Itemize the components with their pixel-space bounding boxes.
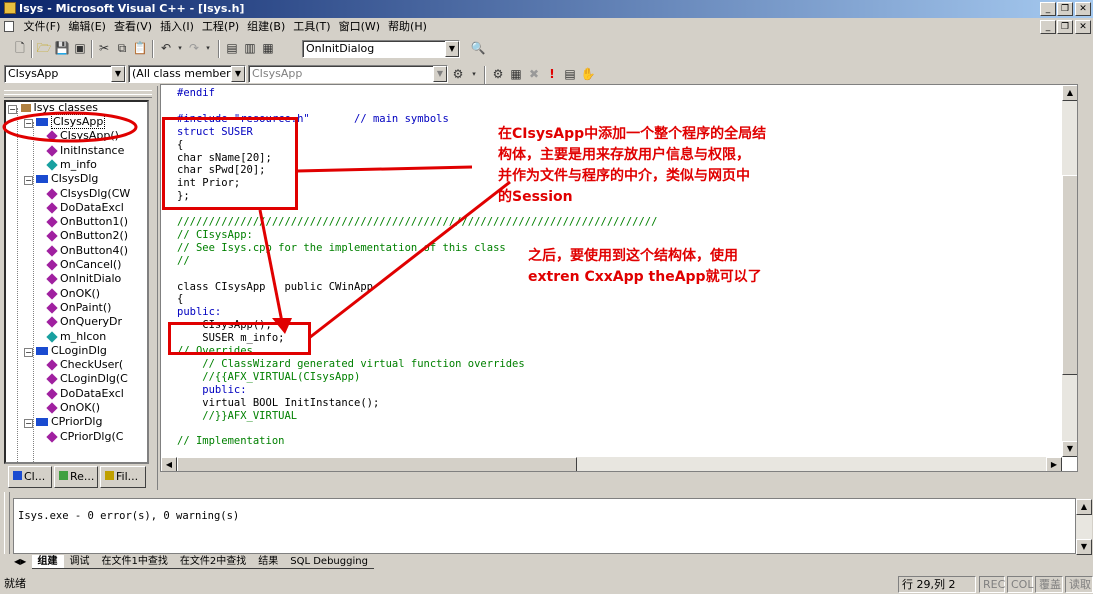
struct-highlight-box bbox=[162, 117, 298, 210]
annotation-note-1: 在CIsysApp中添加一个整个程序的全局结 构体，主要是用来存放用户信息与权限… bbox=[498, 124, 766, 208]
status-ready: 就绪 bbox=[4, 577, 26, 590]
highlight-ellipse bbox=[2, 111, 138, 143]
note1-line: 构体，主要是用来存放用户信息与权限， bbox=[498, 147, 750, 163]
status-ovr: 覆盖 bbox=[1035, 576, 1063, 593]
note1-line: 在CIsysApp中添加一个整个程序的全局结 bbox=[498, 126, 767, 142]
status-col: COL bbox=[1007, 576, 1033, 593]
output-tabs: ◀▶ 组建 调试 在文件1中查找 在文件2中查找 结果 SQL Debugging bbox=[14, 555, 1076, 570]
note2-line: 之后，要使用到这个结构体，使用 bbox=[528, 248, 738, 264]
output-scrollbar[interactable]: ▲ ▼ bbox=[1076, 499, 1092, 555]
arrow-line-2 bbox=[308, 180, 511, 340]
tab-sql-debugging[interactable]: SQL Debugging bbox=[284, 555, 374, 569]
output-scroll-down-icon[interactable]: ▼ bbox=[1076, 539, 1092, 555]
tab-find-in-files-1[interactable]: 在文件1中查找 bbox=[95, 555, 174, 569]
tab-find-in-files-2[interactable]: 在文件2中查找 bbox=[173, 555, 253, 569]
output-window[interactable]: Isys.exe - 0 error(s), 0 warning(s) ▲ ▼ bbox=[13, 498, 1092, 555]
note1-line: 并作为文件与程序的中介，类似与网页中 bbox=[498, 168, 750, 184]
output-scroll-up-icon[interactable]: ▲ bbox=[1076, 499, 1092, 515]
status-rec: REC bbox=[979, 576, 1005, 593]
note1-line: 的Session bbox=[498, 189, 573, 205]
annotation-note-2: 之后，要使用到这个结构体，使用 extren CxxApp theApp就可以了 bbox=[528, 246, 762, 288]
status-read: 读取 bbox=[1065, 576, 1093, 593]
tab-results[interactable]: 结果 bbox=[252, 555, 285, 569]
tab-scroll-left-icon[interactable]: ◀▶ bbox=[14, 557, 26, 566]
member-highlight-box bbox=[168, 322, 311, 355]
build-result-text: Isys.exe - 0 error(s), 0 warning(s) bbox=[18, 510, 240, 522]
tab-debug[interactable]: 调试 bbox=[63, 555, 96, 569]
arrow-line-1 bbox=[296, 165, 473, 173]
tab-build[interactable]: 组建 bbox=[31, 555, 64, 569]
note2-line: extren CxxApp theApp就可以了 bbox=[528, 269, 762, 285]
arrow-line-3 bbox=[258, 209, 284, 323]
output-grip[interactable] bbox=[4, 492, 10, 554]
status-position: 行 29,列 2 bbox=[898, 576, 976, 593]
status-bar: 就绪 行 29,列 2 REC COL 覆盖 读取 bbox=[0, 574, 1093, 594]
